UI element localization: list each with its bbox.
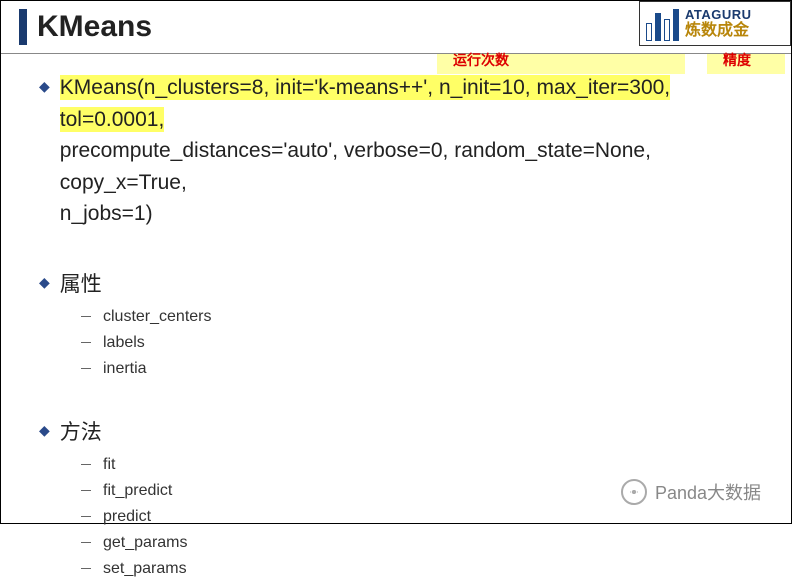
list-item: labels	[81, 334, 771, 352]
attributes-section: ◆ 属性 cluster_centers labels inertia	[39, 268, 771, 378]
watermark: ⋯ Panda大数据	[621, 479, 761, 505]
method-label: set_params	[103, 560, 187, 578]
dash-icon	[81, 368, 91, 369]
list-item: cluster_centers	[81, 308, 771, 326]
list-item: set_params	[81, 560, 771, 578]
dash-icon	[81, 490, 91, 491]
brand-logo: ATAGURU 炼数成金	[639, 1, 791, 46]
bullet-diamond-icon: ◆	[39, 274, 50, 298]
signature-line3: n_jobs=1)	[60, 202, 153, 225]
wechat-icon: ⋯	[621, 479, 647, 505]
dash-icon	[81, 542, 91, 543]
annotation-runs: 运行次数	[453, 50, 509, 70]
signature-block: 运行次数 精度 ◆ KMeans(n_clusters=8, init='k-m…	[39, 72, 771, 230]
logo-bars-icon	[646, 7, 679, 41]
attr-label: labels	[103, 334, 145, 352]
dash-icon	[81, 568, 91, 569]
logo-text-en: ATAGURU	[685, 8, 752, 21]
signature-text: KMeans(n_clusters=8, init='k-means++', n…	[60, 72, 771, 230]
dash-icon	[81, 316, 91, 317]
dash-icon	[81, 516, 91, 517]
method-label: fit_predict	[103, 482, 172, 500]
signature-line1: KMeans(n_clusters=8, init='k-means++', n…	[60, 75, 670, 132]
bullet-diamond-icon: ◆	[39, 78, 50, 230]
dash-icon	[81, 464, 91, 465]
method-label: get_params	[103, 534, 188, 552]
signature-line2: precompute_distances='auto', verbose=0, …	[60, 139, 651, 194]
attr-label: cluster_centers	[103, 308, 212, 326]
list-item: inertia	[81, 360, 771, 378]
methods-heading: 方法	[60, 416, 102, 446]
title-accent-bar	[19, 9, 27, 45]
annotation-precision: 精度	[723, 50, 751, 70]
page-title: KMeans	[37, 10, 152, 44]
list-item: get_params	[81, 534, 771, 552]
dash-icon	[81, 342, 91, 343]
method-label: predict	[103, 508, 151, 526]
bullet-diamond-icon: ◆	[39, 422, 50, 446]
logo-text-cn: 炼数成金	[685, 23, 752, 39]
method-label: fit	[103, 456, 115, 474]
attributes-heading: 属性	[60, 268, 102, 298]
list-item: predict	[81, 508, 771, 526]
list-item: fit	[81, 456, 771, 474]
watermark-text: Panda大数据	[655, 479, 761, 505]
attr-label: inertia	[103, 360, 147, 378]
